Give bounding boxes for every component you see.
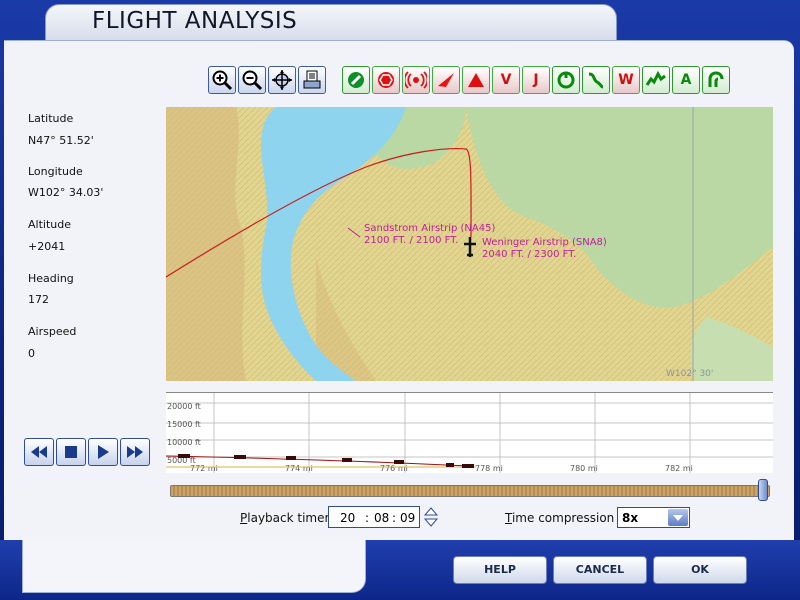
vor-filter-icon[interactable] [342, 66, 370, 94]
ok-button[interactable]: OK [653, 556, 747, 584]
altitude-profile-drawing: 20000 ft 15000 ft 10000 ft 5000 ft 772 m… [166, 393, 773, 473]
latitude-label: Latitude [28, 112, 74, 125]
time-compression-select[interactable]: 8x [617, 507, 690, 528]
flight-analysis-window: FLIGHT ANALYSIS V J W A Latitude N47° 51… [0, 0, 800, 600]
map-filter-toolbar: V J W A [342, 66, 730, 94]
playback-timer-field[interactable]: 20 : 08 : 09 [328, 506, 420, 528]
profile-x-label: 778 mi [475, 464, 503, 473]
profile-y-label: 10000 ft [167, 438, 201, 447]
timer-spinner-icon [423, 507, 439, 527]
timeline-slider-thumb[interactable] [758, 479, 769, 501]
profile-x-label: 772 mi [190, 464, 218, 473]
window-title: FLIGHT ANALYSIS [92, 8, 298, 34]
profile-x-label: 780 mi [570, 464, 598, 473]
ndb-filter-icon[interactable] [372, 66, 400, 94]
view-toolbar [208, 66, 326, 94]
profile-x-label: 776 mi [380, 464, 408, 473]
play-button[interactable] [88, 438, 118, 466]
timer-hours[interactable]: 20 [340, 511, 355, 525]
altitude-labels-filter-icon[interactable]: A [672, 66, 700, 94]
altitude-profile[interactable]: 20000 ft 15000 ft 10000 ft 5000 ft 772 m… [166, 392, 773, 473]
altitude-label: Altitude [28, 218, 71, 231]
zoom-in-icon[interactable] [208, 66, 236, 94]
airport-name-sandstrom: Sandstrom Airstrip (NA45) [364, 223, 495, 234]
cancel-button[interactable]: CANCEL [553, 556, 647, 584]
mountain-area [166, 107, 246, 381]
timer-seconds[interactable]: 09 [400, 511, 415, 525]
playback-timer-label: Playback timer [240, 511, 329, 525]
play-icon [98, 445, 109, 459]
timer-minutes[interactable]: 08 [374, 511, 389, 525]
longitude-label: Longitude [28, 165, 83, 178]
meridian-label: W102° 30' [666, 369, 713, 379]
fast-forward-button[interactable] [120, 438, 150, 466]
stop-icon [65, 446, 77, 458]
profile-x-label: 782 mi [665, 464, 693, 473]
jet-airways-filter-icon[interactable]: J [522, 66, 550, 94]
fast-forward-icon [127, 446, 143, 458]
airport-elevation-sandstrom: 2100 FT. / 2100 FT. [364, 235, 458, 246]
dropdown-arrow-icon[interactable] [668, 509, 688, 526]
time-compression-label-accel: T [505, 511, 512, 525]
airport-name-weninger: Weninger Airstrip (SNA8) [482, 237, 607, 248]
latitude-value: N47° 51.52' [28, 134, 94, 147]
print-icon[interactable] [298, 66, 326, 94]
airport-filter-icon[interactable] [432, 66, 460, 94]
time-compression-value: 8x [622, 511, 639, 525]
zoom-out-icon[interactable] [238, 66, 266, 94]
profile-path-filter-icon[interactable] [702, 66, 730, 94]
help-button[interactable]: HELP [453, 556, 547, 584]
victor-airways-filter-icon[interactable]: V [492, 66, 520, 94]
timer-separator: : [365, 511, 370, 525]
flight-path-filter-icon[interactable] [582, 66, 610, 94]
timeline-slider-track[interactable] [170, 485, 770, 497]
heading-label: Heading [28, 272, 74, 285]
playback-timer-label-rest: layback timer [247, 511, 330, 525]
profile-y-label: 20000 ft [167, 402, 201, 411]
jet-airways-glyph: J [533, 72, 539, 88]
rewind-button[interactable] [24, 438, 54, 466]
bottom-left-panel [22, 540, 366, 593]
airspeed-label: Airspeed [28, 325, 77, 338]
terrain-map-drawing: Sandstrom Airstrip (NA45) 2100 FT. / 210… [166, 107, 773, 381]
wind-glyph: W [618, 72, 634, 88]
timer-separator: : [392, 511, 397, 525]
heading-value: 172 [28, 293, 49, 306]
victor-airways-glyph: V [500, 72, 512, 88]
wind-filter-icon[interactable]: W [612, 66, 640, 94]
time-compression-label: Time compression [505, 511, 614, 525]
longitude-value: W102° 34.03' [28, 186, 104, 199]
altitude-labels-glyph: A [680, 72, 692, 88]
profile-x-label: 774 mi [285, 464, 313, 473]
intersection-filter-icon[interactable] [462, 66, 490, 94]
center-aircraft-icon[interactable] [268, 66, 296, 94]
altitude-value: +2041 [28, 240, 66, 253]
time-compression-label-rest: ime compression [511, 511, 615, 525]
timer-spinner[interactable] [423, 506, 439, 528]
ils-filter-icon[interactable] [402, 66, 430, 94]
terrain-map[interactable]: Sandstrom Airstrip (NA45) 2100 FT. / 210… [166, 107, 773, 381]
stop-button[interactable] [56, 438, 86, 466]
terrain-filter-icon[interactable] [642, 66, 670, 94]
airport-elevation-weninger: 2040 FT. / 2300 FT. [482, 249, 576, 260]
rewind-icon [31, 446, 47, 458]
profile-y-label: 15000 ft [167, 420, 201, 429]
airspeed-value: 0 [28, 347, 35, 360]
terrain-samples [178, 454, 474, 468]
airspace-filter-icon[interactable] [552, 66, 580, 94]
